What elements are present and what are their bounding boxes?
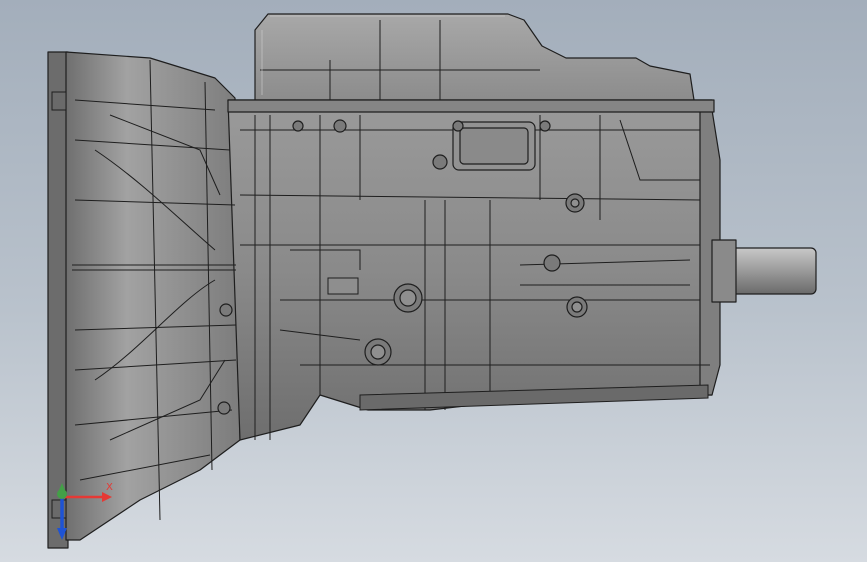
side-plate	[327, 277, 359, 295]
mounting-flange	[47, 51, 69, 549]
y-axis-arrow	[59, 483, 65, 490]
z-axis-arrow	[57, 528, 67, 540]
top-cover	[254, 13, 695, 101]
coordinate-triad: X	[57, 482, 113, 540]
x-axis-arrow	[102, 492, 112, 502]
shaft-collar	[711, 239, 737, 303]
transmission-model[interactable]	[0, 0, 867, 562]
graphics-viewport[interactable]: X	[0, 0, 867, 562]
y-axis-dot	[57, 489, 67, 499]
x-axis-label: X	[106, 482, 113, 493]
cover-seam	[227, 99, 715, 113]
bell-housing	[65, 51, 241, 541]
inspection-cover	[452, 121, 536, 171]
